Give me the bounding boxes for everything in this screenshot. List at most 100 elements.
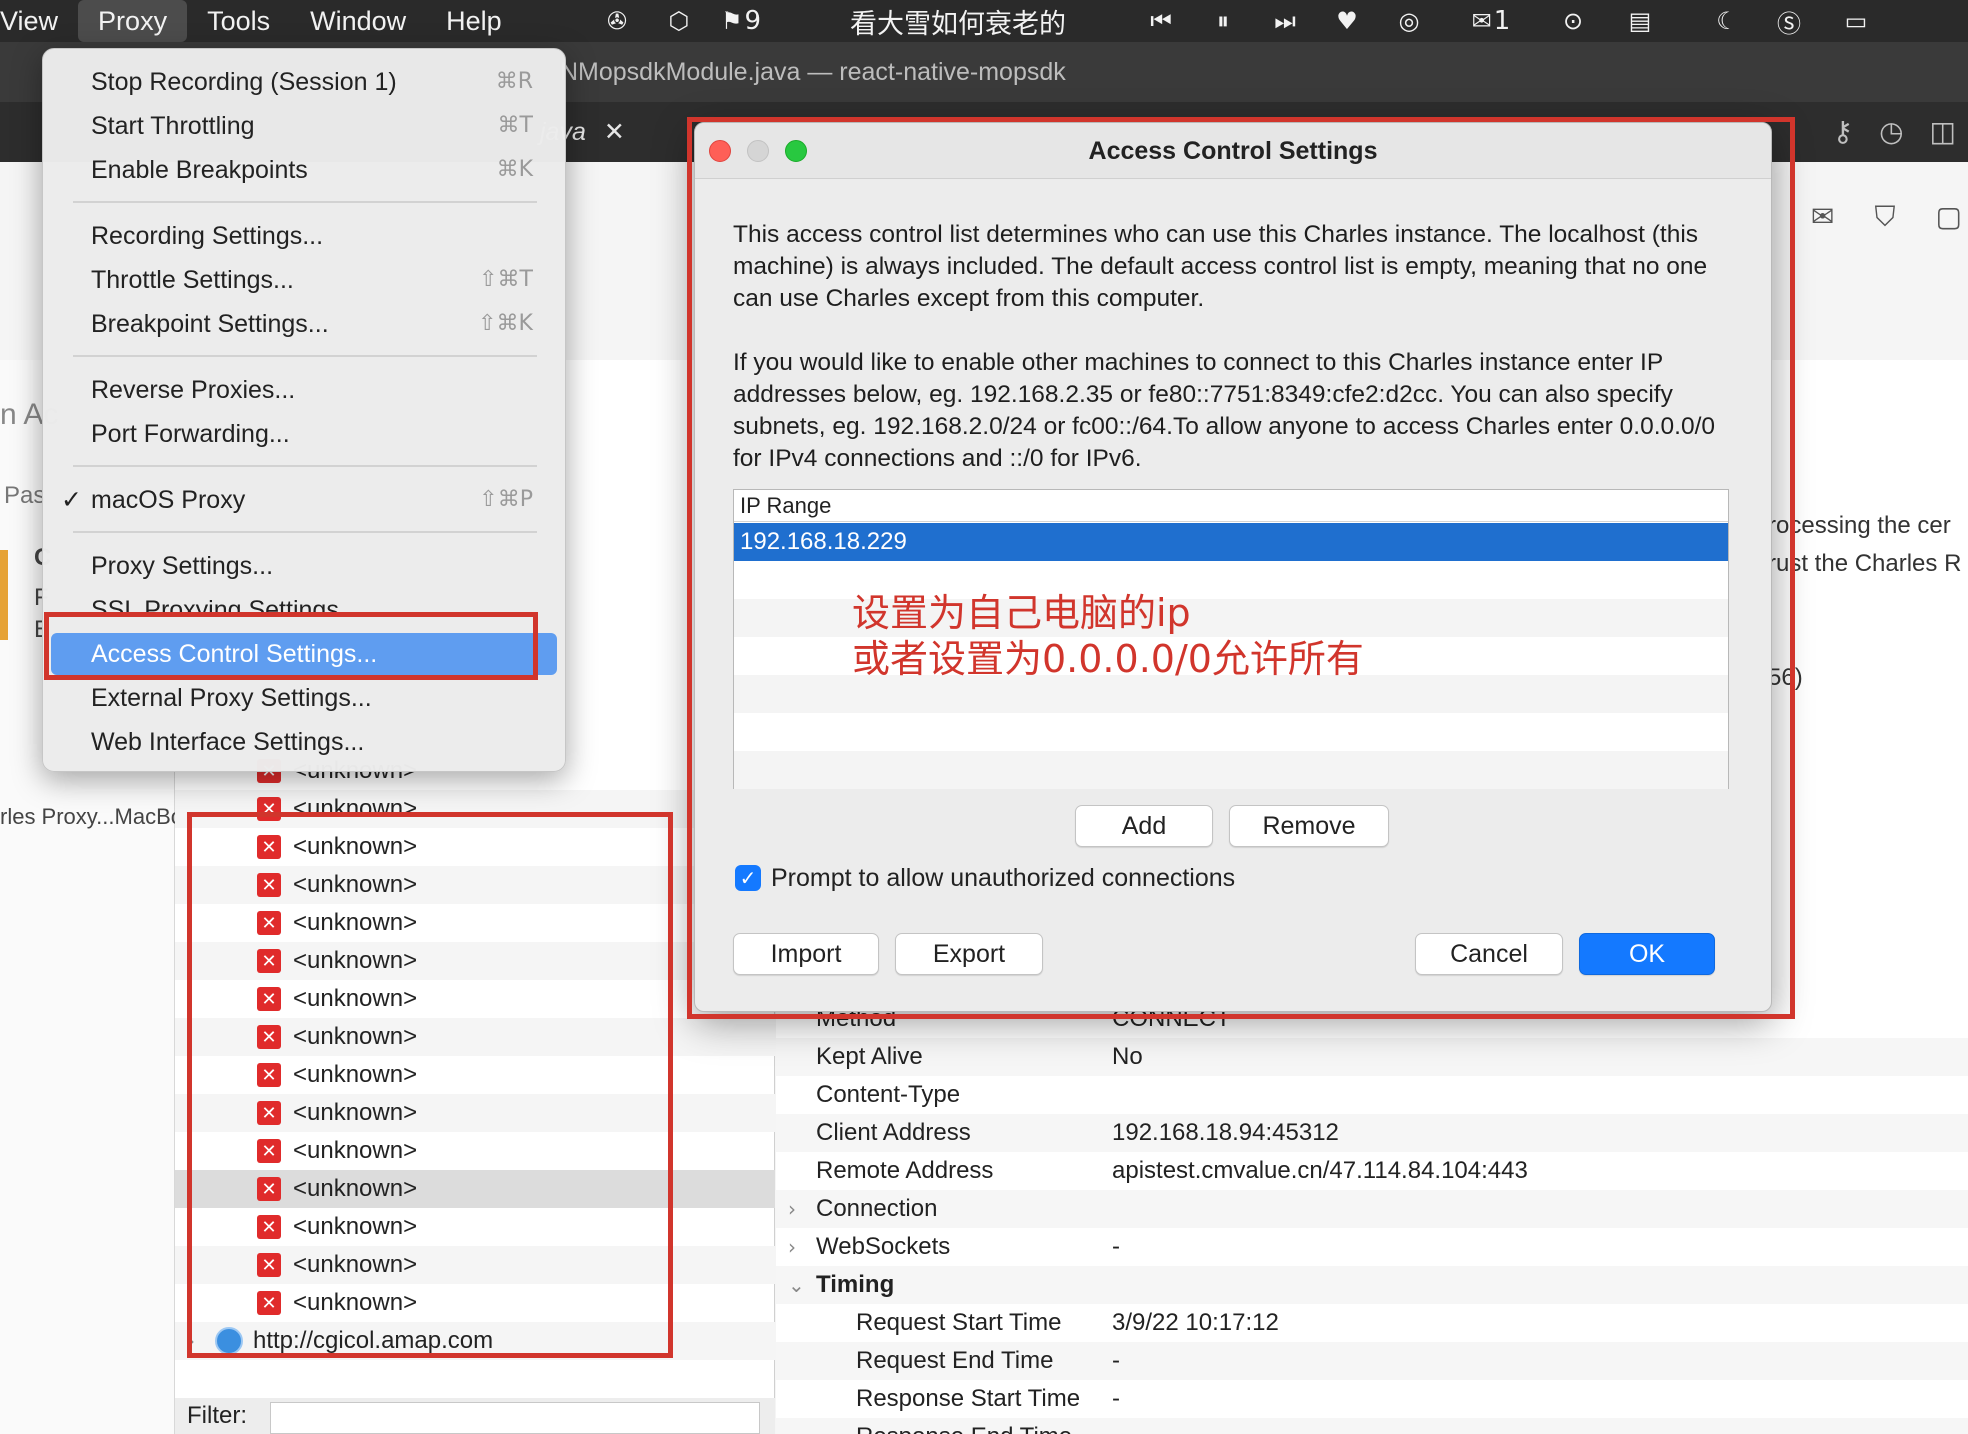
filter-bar: Filter: <box>175 1398 775 1434</box>
remove-button[interactable]: Remove <box>1229 805 1389 847</box>
dialog-instructions: If you would like to enable other machin… <box>733 349 1715 472</box>
now-playing-title[interactable]: 看大雪如何衰老的 <box>850 2 1066 41</box>
cancel-button[interactable]: Cancel <box>1415 933 1563 975</box>
tree-row[interactable]: ✕ <unknown> <box>175 866 775 904</box>
next-track-icon[interactable]: ⏭ <box>1268 4 1302 38</box>
shirt-icon[interactable]: ⛉ <box>1875 200 1896 234</box>
editor-toolbar: ⚷ ◷ ◫ <box>1833 115 1968 148</box>
menu-shortcut: ⌘K <box>496 157 533 182</box>
details-row: Content-Type <box>776 1076 1968 1114</box>
details-fragment: 56) <box>1768 664 1803 691</box>
tree-row[interactable]: ✕ <unknown> <box>175 1018 775 1056</box>
menu-item-stop-recording[interactable]: Stop Recording (Session 1) ⌘R <box>51 61 557 103</box>
ip-range-table: IP Range 192.168.18.229 设置为自己电脑的ip 或者设置为… <box>733 489 1729 789</box>
tree-row-selected[interactable]: ✕ <unknown> <box>175 1170 775 1208</box>
s-app-icon[interactable]: Ⓢ <box>1772 4 1806 38</box>
moon-icon[interactable]: ☾ <box>1710 4 1744 38</box>
chevron-right-icon[interactable]: › <box>187 1329 195 1353</box>
heart-icon[interactable]: ♥ <box>1330 4 1364 38</box>
wechat-icon[interactable]: ✉ 1 <box>1472 4 1511 38</box>
memory-icon[interactable]: ▤ <box>1618 4 1662 38</box>
tree-row[interactable]: ✕ <unknown> <box>175 1284 775 1322</box>
menu-item-port-forwarding[interactable]: Port Forwarding... <box>51 413 557 455</box>
add-button[interactable]: Add <box>1075 805 1213 847</box>
details-key: Response Start Time <box>856 1385 1081 1412</box>
tree-row[interactable]: ✕ <unknown> <box>175 980 775 1018</box>
tree-row[interactable]: ✕ <unknown> <box>175 1056 775 1094</box>
menu-item-proxy-settings[interactable]: Proxy Settings... <box>51 545 557 587</box>
mail-icon[interactable]: ✉ <box>1811 200 1834 234</box>
dialog-title: Access Control Settings <box>1088 137 1378 165</box>
ip-range-header[interactable]: IP Range <box>734 490 1728 522</box>
tree-row[interactable]: ✕ <unknown> <box>175 1132 775 1170</box>
details-row-websockets[interactable]: › WebSockets - <box>776 1228 1968 1266</box>
export-button[interactable]: Export <box>895 933 1043 975</box>
import-button[interactable]: Import <box>733 933 879 975</box>
tree-row[interactable]: ✕ <unknown> <box>175 942 775 980</box>
tree-row[interactable]: ✕ <unknown> <box>175 1246 775 1284</box>
menu-item-throttle-settings[interactable]: Throttle Settings... ⇧⌘T <box>51 259 557 301</box>
menu-separator <box>73 465 537 467</box>
menu-item-ssl-proxying-settings[interactable]: SSL Proxying Settings... <box>51 589 557 615</box>
chevron-right-icon[interactable]: › <box>788 1197 796 1221</box>
details-row-connection[interactable]: › Connection <box>776 1190 1968 1228</box>
menu-view[interactable]: View <box>0 0 78 42</box>
previous-track-icon[interactable]: ⏮ <box>1144 4 1178 38</box>
battery-icon[interactable]: ▭ <box>1834 4 1878 38</box>
annotation-line: 设置为自己电脑的ip <box>852 591 1191 635</box>
ip-range-empty-row <box>734 751 1728 789</box>
aperture-icon[interactable]: ✇ <box>600 4 634 38</box>
tree-host-row[interactable]: › http://cgicol.amap.com <box>175 1322 775 1360</box>
details-row: Request End Time - <box>776 1342 1968 1380</box>
menu-item-label: External Proxy Settings... <box>91 684 372 712</box>
tree-row[interactable]: ✕ <unknown> <box>175 1208 775 1246</box>
key-icon[interactable]: ⚷ <box>1833 115 1854 148</box>
menu-window[interactable]: Window <box>290 0 426 42</box>
annotation-line: 或者设置为0.0.0.0/0允许所有 <box>852 637 1364 681</box>
menu-item-label: Web Interface Settings... <box>91 728 365 756</box>
menu-item-external-proxy-settings[interactable]: External Proxy Settings... <box>51 677 557 719</box>
tree-row-label: <unknown> <box>293 1251 418 1278</box>
menu-item-access-control-settings[interactable]: Access Control Settings... <box>51 633 557 675</box>
menu-proxy[interactable]: Proxy <box>78 0 188 42</box>
tree-row[interactable]: ✕ <unknown> <box>175 904 775 942</box>
menu-item-web-interface-settings[interactable]: Web Interface Settings... <box>51 721 557 763</box>
play-circle-icon[interactable]: ⊙ <box>1556 4 1590 38</box>
tree-row-label: <unknown> <box>293 1289 418 1316</box>
details-key: Client Address <box>816 1119 971 1146</box>
tree-row-label: <unknown> <box>293 1175 418 1202</box>
ok-button[interactable]: OK <box>1579 933 1715 975</box>
tree-row[interactable]: ✕ <unknown> <box>175 1094 775 1132</box>
chevron-down-icon[interactable]: ⌄ <box>788 1273 805 1297</box>
sidebar-toggle-icon[interactable]: ◫ <box>1930 115 1956 148</box>
filter-input[interactable] <box>270 1402 760 1434</box>
menu-item-enable-breakpoints[interactable]: Enable Breakpoints ⌘K <box>51 149 557 191</box>
tree-row-label: <unknown> <box>293 871 418 898</box>
menu-item-macos-proxy[interactable]: ✓ macOS Proxy ⇧⌘P <box>51 479 557 521</box>
menu-tools[interactable]: Tools <box>187 0 290 42</box>
tree-row[interactable]: ✕ <unknown> <box>175 790 775 828</box>
chevron-right-icon[interactable]: › <box>788 1235 796 1259</box>
menu-item-breakpoint-settings[interactable]: Breakpoint Settings... ⇧⌘K <box>51 303 557 345</box>
host-label: http://cgicol.amap.com <box>253 1327 494 1354</box>
netease-music-icon[interactable]: ◎ <box>1392 4 1426 38</box>
package-icon[interactable]: ⬡ <box>662 4 696 38</box>
pause-icon[interactable]: ⏸ <box>1206 4 1240 38</box>
history-icon[interactable]: ◷ <box>1879 115 1903 148</box>
ip-range-row[interactable]: 192.168.18.229 <box>734 523 1728 561</box>
flag-icon[interactable]: ⚑ 9 <box>721 4 761 38</box>
error-icon: ✕ <box>257 1139 281 1163</box>
menu-shortcut: ⇧⌘T <box>479 267 533 292</box>
close-tab-icon[interactable]: ✕ <box>604 118 625 146</box>
sidebar-proxy-label[interactable]: rles Proxy...MacBo <box>0 804 183 830</box>
menu-item-start-throttling[interactable]: Start Throttling ⌘T <box>51 105 557 147</box>
menu-item-reverse-proxies[interactable]: Reverse Proxies... <box>51 369 557 411</box>
details-row-timing[interactable]: ⌄ Timing <box>776 1266 1968 1304</box>
menu-separator <box>73 355 537 357</box>
menu-item-recording-settings[interactable]: Recording Settings... <box>51 215 557 257</box>
tree-row[interactable]: ✕ <unknown> <box>175 828 775 866</box>
menu-help[interactable]: Help <box>426 0 522 42</box>
prompt-checkbox[interactable]: ✓ <box>735 865 761 891</box>
prompt-checkbox-label[interactable]: Prompt to allow unauthorized connections <box>771 861 1235 895</box>
more-icon[interactable]: ▢ <box>1936 200 1962 234</box>
